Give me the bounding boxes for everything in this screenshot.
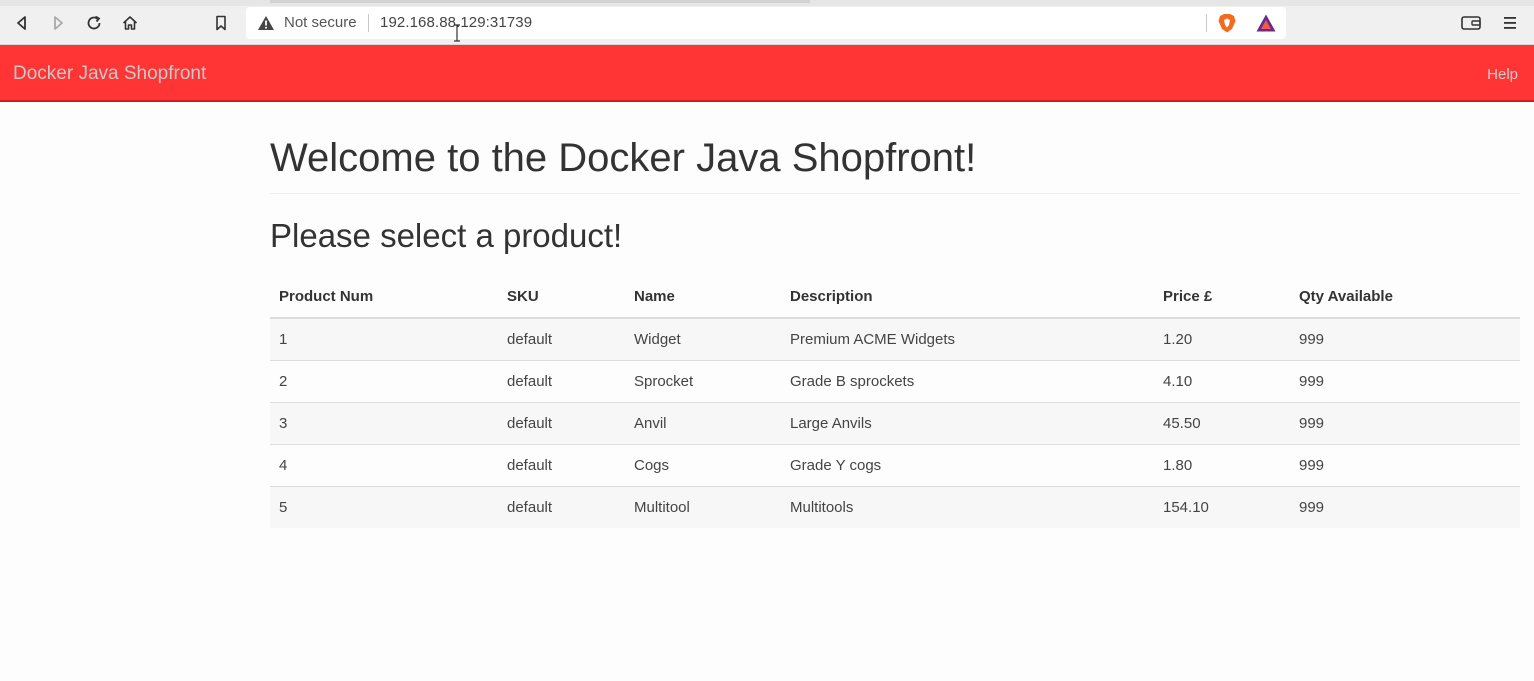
- bookmark-button[interactable]: [209, 10, 233, 36]
- cell-price: 1.80: [1154, 443, 1290, 486]
- cell-qty: 999: [1290, 317, 1520, 360]
- col-header-name: Name: [625, 276, 781, 319]
- cell-product-num: 5: [270, 485, 498, 528]
- cell-price: 45.50: [1154, 401, 1290, 444]
- cell-sku: default: [498, 359, 625, 402]
- table-row: 2 default Sprocket Grade B sprockets 4.1…: [270, 359, 1520, 402]
- back-arrow-icon: [17, 16, 26, 30]
- products-table: Product Num SKU Name Description Price £…: [270, 276, 1520, 528]
- cell-sku: default: [498, 443, 625, 486]
- home-icon: [122, 16, 138, 30]
- forward-arrow-icon: [54, 16, 63, 30]
- cell-description: Large Anvils: [781, 401, 1154, 444]
- table-row: 5 default Multitool Multitools 154.10 99…: [270, 485, 1520, 528]
- tab-strip: [0, 0, 1534, 6]
- address-bar[interactable]: Not secure 192.168.88.129:31739: [246, 7, 1286, 39]
- main-content: Welcome to the Docker Java Shopfront! Pl…: [270, 102, 1520, 528]
- home-button[interactable]: [118, 10, 142, 36]
- back-button[interactable]: [10, 10, 34, 36]
- cell-qty: 999: [1290, 485, 1520, 528]
- col-header-sku: SKU: [498, 276, 625, 319]
- cell-description: Multitools: [781, 485, 1154, 528]
- cell-price: 154.10: [1154, 485, 1290, 528]
- table-row: 3 default Anvil Large Anvils 45.50 999: [270, 401, 1520, 444]
- brave-shields-icon[interactable]: [1216, 12, 1238, 34]
- cell-price: 1.20: [1154, 317, 1290, 360]
- cell-qty: 999: [1290, 443, 1520, 486]
- cell-name: Sprocket: [625, 359, 781, 402]
- app-navbar: Docker Java Shopfront Help: [0, 45, 1534, 102]
- forward-button[interactable]: [46, 10, 70, 36]
- col-header-price: Price £: [1154, 276, 1290, 319]
- cell-description: Premium ACME Widgets: [781, 317, 1154, 360]
- cell-description: Grade B sprockets: [781, 359, 1154, 402]
- hamburger-menu-icon[interactable]: [1502, 13, 1518, 33]
- cell-name: Widget: [625, 317, 781, 360]
- cell-sku: default: [498, 401, 625, 444]
- warning-icon[interactable]: [257, 15, 275, 31]
- cell-product-num: 1: [270, 317, 498, 360]
- cell-price: 4.10: [1154, 359, 1290, 402]
- table-header-row: Product Num SKU Name Description Price £…: [270, 276, 1520, 319]
- bookmark-icon: [216, 15, 226, 31]
- brand-link[interactable]: Docker Java Shopfront: [13, 63, 206, 85]
- page-title: Welcome to the Docker Java Shopfront!: [270, 135, 1520, 194]
- table-row: 4 default Cogs Grade Y cogs 1.80 999: [270, 443, 1520, 486]
- browser-toolbar: Not secure 192.168.88.129:31739: [0, 0, 1534, 45]
- col-header-qty: Qty Available: [1290, 276, 1520, 319]
- reload-icon: [87, 15, 101, 30]
- brave-rewards-icon[interactable]: [1255, 13, 1277, 33]
- wallet-icon[interactable]: [1460, 14, 1482, 32]
- help-link[interactable]: Help: [1487, 66, 1518, 83]
- text-cursor-icon: [454, 24, 460, 42]
- cell-product-num: 4: [270, 443, 498, 486]
- page-subtitle: Please select a product!: [270, 217, 623, 254]
- omnibox-divider: [368, 14, 369, 32]
- cell-sku: default: [498, 485, 625, 528]
- table-row: 1 default Widget Premium ACME Widgets 1.…: [270, 317, 1520, 360]
- cell-product-num: 2: [270, 359, 498, 402]
- cell-name: Multitool: [625, 485, 781, 528]
- col-header-product-num: Product Num: [270, 276, 498, 319]
- omnibox-separator: [1206, 14, 1207, 32]
- cell-qty: 999: [1290, 401, 1520, 444]
- reload-button[interactable]: [82, 10, 106, 36]
- cell-description: Grade Y cogs: [781, 443, 1154, 486]
- cell-product-num: 3: [270, 401, 498, 444]
- cell-sku: default: [498, 317, 625, 360]
- col-header-description: Description: [781, 276, 1154, 319]
- cell-qty: 999: [1290, 359, 1520, 402]
- cell-name: Cogs: [625, 443, 781, 486]
- security-label[interactable]: Not secure: [284, 14, 357, 31]
- active-tab-indicator: [270, 0, 810, 3]
- cell-name: Anvil: [625, 401, 781, 444]
